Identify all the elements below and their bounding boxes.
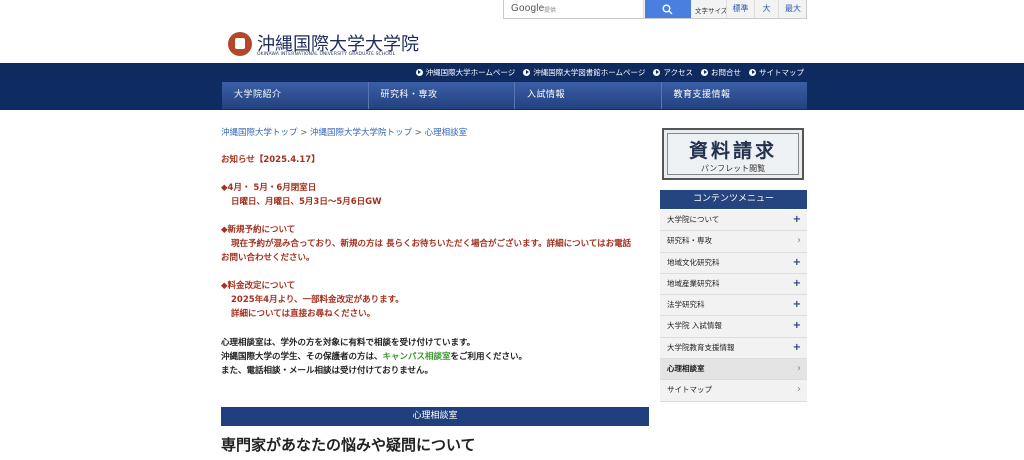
campus-counseling-link[interactable]: キャンパス相談室 <box>383 352 451 362</box>
arrow-circle-icon <box>523 68 531 76</box>
menu-item-courses[interactable]: 研究科・専攻 › <box>660 231 807 253</box>
utility-link-label: アクセス <box>663 67 693 77</box>
google-logo: Google <box>511 3 545 14</box>
menu-item-law[interactable]: 法学研究科 + <box>660 295 807 317</box>
banner-subtitle: パンフレット閲覧 <box>700 164 766 173</box>
font-size-standard-button[interactable]: 標準 <box>726 0 754 18</box>
reservation-title: ◆新規予約について <box>221 225 296 235</box>
nav-item-graduate-intro[interactable]: 大学院紹介 <box>222 82 368 109</box>
reservation-line-2: お問い合わせください。 <box>221 253 315 263</box>
site-logo[interactable]: 沖縄国際大学大学院 OKINAWA INTERNATIONAL UNIVERSI… <box>228 30 428 60</box>
arrow-circle-icon <box>415 68 423 76</box>
about-line-2-pre: 沖縄国際大学の学生、その保護者の方は、 <box>221 352 383 362</box>
banner-title: 資料請求 <box>688 140 777 162</box>
brochure-request-banner[interactable]: 資料請求 パンフレット閲覧 <box>662 128 804 180</box>
menu-item-label: 研究科・専攻 <box>667 236 712 246</box>
font-size-large-button[interactable]: 大 <box>754 0 778 18</box>
expand-plus-icon[interactable]: + <box>793 253 801 273</box>
fee-line-1: 2025年4月より、一部料金改定があります。 <box>231 295 404 305</box>
menu-item-admissions[interactable]: 大学院 入試情報 + <box>660 316 807 338</box>
menu-item-sitemap[interactable]: サイトマップ › <box>660 380 807 402</box>
nav-item-education-support[interactable]: 教育支援情報 <box>660 82 808 109</box>
notice-date: お知らせ【2025.4.17】 <box>221 155 320 165</box>
utility-link-label: 沖縄国際大学ホームページ <box>425 67 516 77</box>
utility-link-label: お問合せ <box>711 67 741 77</box>
about-line-1: 心理相談室は、学外の方を対象に有料で相談を受け付けています。 <box>221 338 476 348</box>
expand-plus-icon[interactable]: + <box>793 274 801 294</box>
main-content: 沖縄国際大学トップ > 沖縄国際大学大学院トップ > 心理相談室 お知らせ【20… <box>221 126 651 454</box>
header-toolbar: Google 提供 文字サイズ 標準 大 最大 <box>503 0 807 19</box>
menu-item-label: 法学研究科 <box>667 300 705 310</box>
menu-item-label: 大学院 入試情報 <box>667 321 722 331</box>
closed-days-title: ◆4月・ 5月・6月閉室日 <box>221 183 317 193</box>
utility-link-label: サイトマップ <box>759 67 804 77</box>
menu-item-regional-industry[interactable]: 地域産業研究科 + <box>660 273 807 296</box>
arrow-circle-icon <box>653 68 661 76</box>
menu-item-label: 地域文化研究科 <box>667 257 720 267</box>
chevron-right-icon: › <box>797 235 801 247</box>
fee-title: ◆料金改定について <box>221 281 296 291</box>
menu-item-about[interactable]: 大学院について + <box>660 210 807 232</box>
menu-item-label: 大学院について <box>667 215 720 224</box>
menu-item-label: 大学院教育支援情報 <box>667 342 735 352</box>
university-emblem-icon <box>228 32 252 56</box>
menu-item-label: 心理相談室 <box>667 364 705 374</box>
breadcrumb-separator: > <box>414 128 422 138</box>
section-heading: 専門家があなたの悩みや疑問について <box>221 436 476 454</box>
expand-plus-icon[interactable]: + <box>793 316 801 336</box>
search-icon <box>662 4 673 15</box>
arrow-circle-icon <box>749 68 756 76</box>
expand-plus-icon[interactable]: + <box>793 338 801 358</box>
menu-item-label: サイトマップ <box>667 385 712 395</box>
about-line-2: 沖縄国際大学の学生、その保護者の方は、キャンパス相談室をご利用ください。 <box>221 350 527 364</box>
menu-item-regional-culture[interactable]: 地域文化研究科 + <box>660 252 807 274</box>
search-provider-label: 提供 <box>544 7 557 14</box>
breadcrumb-university-top[interactable]: 沖縄国際大学トップ <box>221 128 298 138</box>
arrow-circle-icon <box>701 68 708 76</box>
chevron-right-icon: › <box>797 363 801 375</box>
font-size-label: 文字サイズ <box>695 7 728 15</box>
font-size-max-button[interactable]: 最大 <box>778 0 807 18</box>
content-menu: 大学院について + 研究科・専攻 › 地域文化研究科 + 地域産業研究科 + 法学研究科… <box>660 210 807 402</box>
search-button[interactable] <box>645 0 691 18</box>
content-menu-title: コンテンツメニュー <box>660 190 807 209</box>
breadcrumb-current[interactable]: 心理相談室 <box>425 128 468 138</box>
logo-subtitle: OKINAWA INTERNATIONAL UNIVERSITY GRADUAT… <box>257 52 396 57</box>
breadcrumb: 沖縄国際大学トップ > 沖縄国際大学大学院トップ > 心理相談室 <box>221 126 651 138</box>
utility-link-library-home[interactable]: 沖縄国際大学図書館ホームページ <box>523 67 645 78</box>
menu-item-counseling-room[interactable]: 心理相談室 › <box>660 359 807 381</box>
reservation-line-1: 現在予約が混み合っており、新規の方は 長らくお待ちいただく場合がございます。詳細… <box>231 239 632 249</box>
breadcrumb-graduate-top[interactable]: 沖縄国際大学大学院トップ <box>310 128 412 138</box>
nav-item-courses[interactable]: 研究科・専攻 <box>367 82 515 109</box>
main-nav: 大学院紹介 研究科・専攻 入試情報 教育支援情報 <box>222 82 807 109</box>
utility-link-contact[interactable]: お問合せ <box>701 67 741 78</box>
search-input[interactable]: Google 提供 <box>504 0 644 18</box>
chevron-right-icon: › <box>797 384 801 396</box>
utility-link-label: 沖縄国際大学図書館ホームページ <box>533 67 646 77</box>
menu-item-label: 地域産業研究科 <box>667 278 720 288</box>
banner-frame: 資料請求 パンフレット閲覧 <box>667 133 799 175</box>
utility-link-university-home[interactable]: 沖縄国際大学ホームページ <box>415 67 516 78</box>
expand-plus-icon[interactable]: + <box>793 295 801 315</box>
about-line-3: また、電話相談・メール相談は受け付けておりません。 <box>221 366 433 376</box>
nav-item-admissions[interactable]: 入試情報 <box>514 82 661 109</box>
utility-link-access[interactable]: アクセス <box>653 67 693 78</box>
expand-plus-icon[interactable]: + <box>793 210 801 230</box>
fee-line-2: 詳細については直接お尋ねください。 <box>231 309 376 319</box>
closed-days-body: 日曜日、月曜日、5月3日〜5月6日GW <box>231 197 382 207</box>
breadcrumb-separator: > <box>300 128 308 138</box>
utility-nav-bar: 沖縄国際大学ホームページ 沖縄国際大学図書館ホームページ アクセス お問合せ サ… <box>0 63 1024 81</box>
section-title-bar: 心理相談室 <box>221 407 649 426</box>
menu-item-education-support[interactable]: 大学院教育支援情報 + <box>660 337 807 360</box>
about-line-2-post: をご利用ください。 <box>450 352 528 362</box>
utility-link-sitemap[interactable]: サイトマップ <box>749 67 804 78</box>
